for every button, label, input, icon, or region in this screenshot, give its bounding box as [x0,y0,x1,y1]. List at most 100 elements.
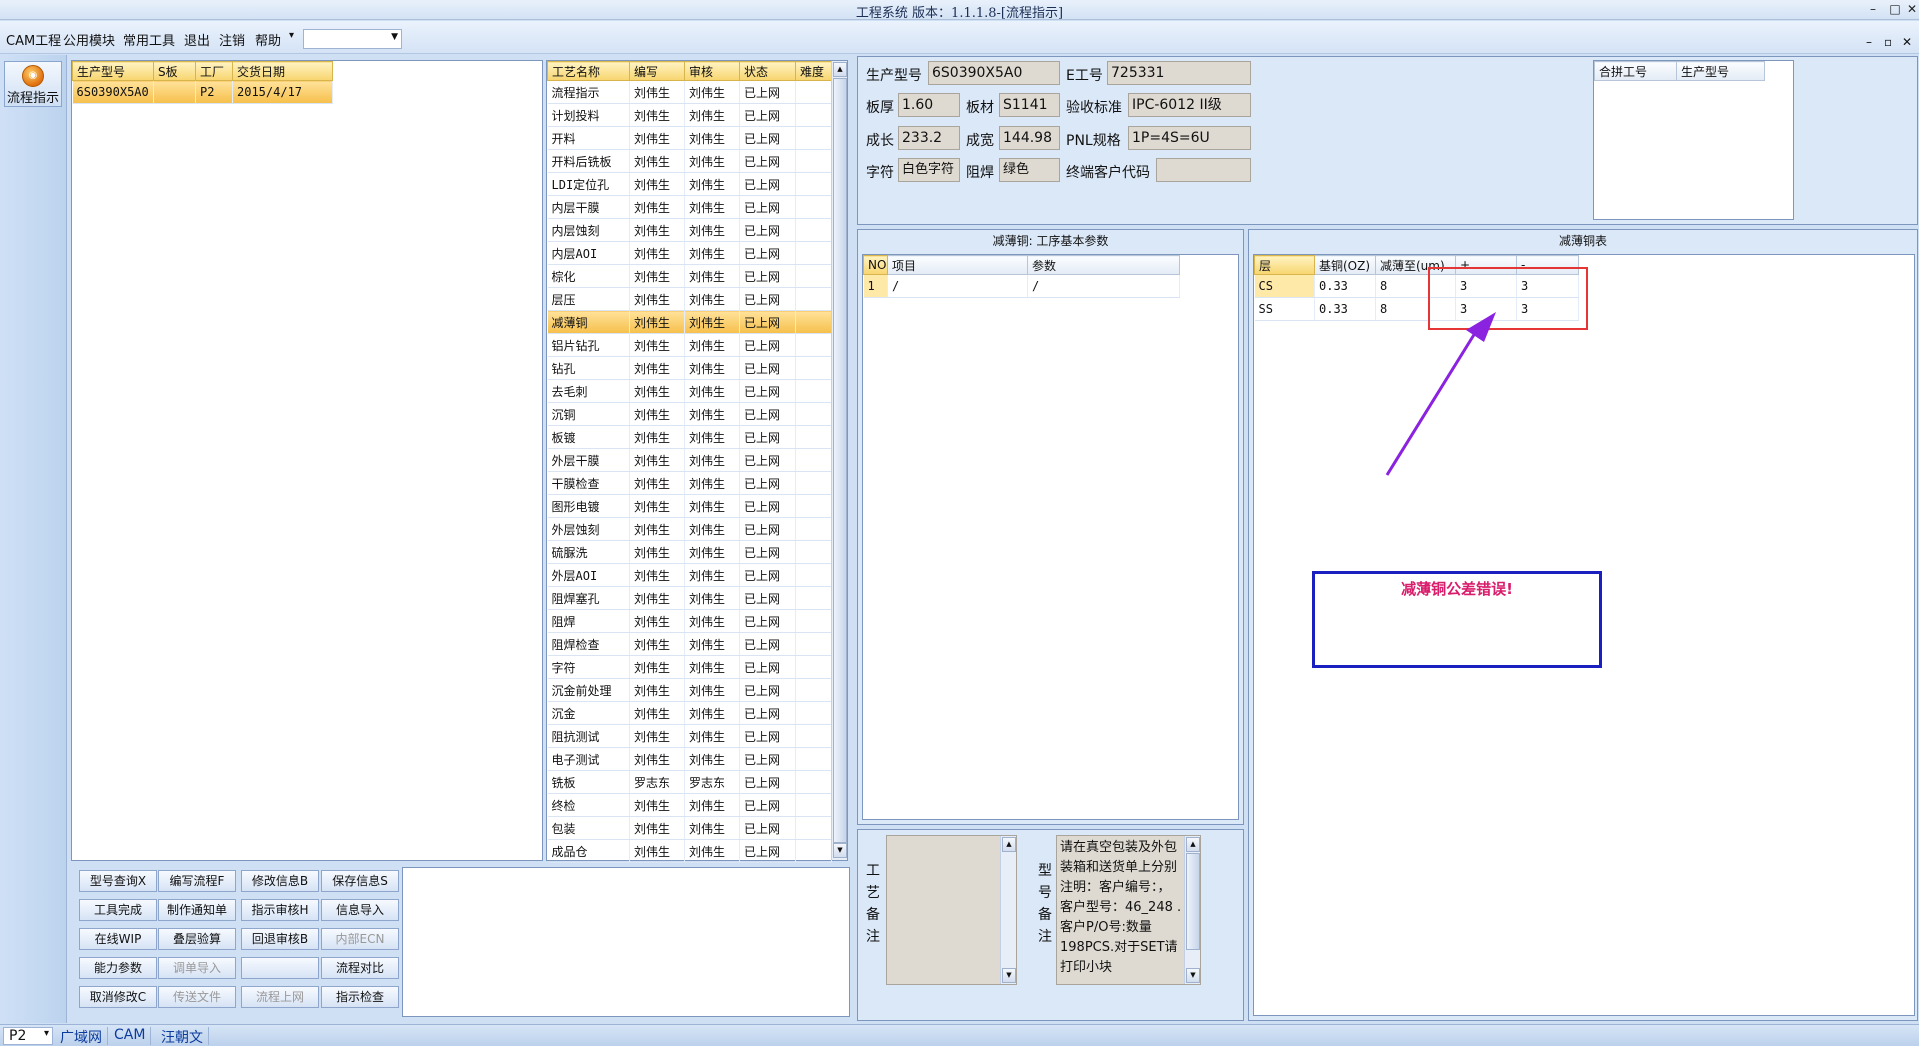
length-field[interactable]: 233.2 [898,126,960,150]
table-row[interactable]: 内层干膜 刘伟生 刘伟生 已上网 [547,195,832,219]
action-button[interactable] [241,957,319,979]
process-scrollbar[interactable]: ▲ ▼ [831,61,847,860]
process-remark-input[interactable]: ▲ ▼ [886,835,1017,985]
table-row[interactable]: 铝片钻孔 刘伟生 刘伟生 已上网 [547,333,832,357]
mdi-minimize-icon[interactable]: – [1866,35,1872,49]
menu-common-module[interactable]: 公用模块 [63,30,115,49]
table-row[interactable]: 去毛刺 刘伟生 刘伟生 已上网 [547,379,832,403]
thickness-field[interactable]: 1.60 [898,93,960,117]
table-row[interactable]: 内层蚀刻 刘伟生 刘伟生 已上网 [547,218,832,242]
table-row[interactable]: 内层AOI 刘伟生 刘伟生 已上网 [547,241,832,265]
col-model[interactable]: 生产型号 [72,61,154,81]
pnl-field[interactable]: 1P=4S=6U [1128,126,1251,150]
flow-indication-button[interactable]: ◉ 流程指示 [4,61,62,107]
standard-field[interactable]: IPC-6012 II级 [1128,93,1251,117]
table-row[interactable]: 阻焊 刘伟生 刘伟生 已上网 [547,609,832,633]
action-button[interactable]: 调单导入 [158,957,236,979]
action-button[interactable]: 回退审核B [241,928,319,950]
process-remark-scrollbar[interactable]: ▲ ▼ [1000,836,1016,984]
scroll-up-icon[interactable]: ▲ [1186,837,1200,852]
help-dropdown-icon[interactable]: ▾ [289,30,294,41]
table-row[interactable]: 包装 刘伟生 刘伟生 已上网 [547,816,832,840]
table-row[interactable]: 流程指示 刘伟生 刘伟生 已上网 [547,80,832,104]
action-button[interactable]: 信息导入 [321,899,399,921]
table-row[interactable]: 阻焊塞孔 刘伟生 刘伟生 已上网 [547,586,832,610]
action-button[interactable]: 工具完成 [79,899,157,921]
col-writer[interactable]: 编写 [629,61,685,81]
table-row[interactable]: 沉铜 刘伟生 刘伟生 已上网 [547,402,832,426]
menu-tools[interactable]: 常用工具 [123,30,175,49]
scroll-down-icon[interactable]: ▼ [1002,968,1016,983]
mdi-restore-icon[interactable]: ▫ [1884,35,1892,49]
action-button[interactable]: 流程上网 [241,986,319,1008]
table-row[interactable]: 阻焊检查 刘伟生 刘伟生 已上网 [547,632,832,656]
table-row[interactable]: 干膜检查 刘伟生 刘伟生 已上网 [547,471,832,495]
menu-logout[interactable]: 注销 [219,30,245,49]
model-remark-scrollbar[interactable]: ▲ ▼ [1184,836,1200,984]
action-button[interactable]: 流程对比 [321,957,399,979]
action-button[interactable]: 修改信息B [241,870,319,892]
material-field[interactable]: S1141 [999,93,1060,117]
table-row[interactable]: 沉金 刘伟生 刘伟生 已上网 [547,701,832,725]
model-remark-input[interactable]: 请在真空包装及外包装箱和送货单上分别注明：客户编号：，客户型号：46_248 .… [1056,835,1201,985]
log-area[interactable] [402,867,850,1017]
action-button[interactable]: 传送文件 [158,986,236,1008]
table-row[interactable]: 开料后铣板 刘伟生 刘伟生 已上网 [547,149,832,173]
action-button[interactable]: 编写流程F [158,870,236,892]
col-merge-model[interactable]: 生产型号 [1676,61,1765,81]
table-row[interactable]: 计划投料 刘伟生 刘伟生 已上网 [547,103,832,127]
char-field[interactable]: 白色字符 [898,158,960,182]
action-button[interactable]: 能力参数 [79,957,157,979]
table-row[interactable]: 成品仓 刘伟生 刘伟生 已上网 [547,839,832,863]
table-row[interactable]: 硫脲洗 刘伟生 刘伟生 已上网 [547,540,832,564]
action-button[interactable]: 指示审核H [241,899,319,921]
scroll-up-icon[interactable]: ▲ [833,62,847,77]
table-row[interactable]: 开料 刘伟生 刘伟生 已上网 [547,126,832,150]
table-row[interactable]: 外层蚀刻 刘伟生 刘伟生 已上网 [547,517,832,541]
width-field[interactable]: 144.98 [999,126,1060,150]
action-button[interactable]: 在线WIP [79,928,157,950]
col-reviewer[interactable]: 审核 [684,61,740,81]
customer-code-field[interactable] [1156,158,1251,182]
mdi-close-icon[interactable]: ✕ [1902,35,1912,49]
col-delivery-date[interactable]: 交货日期 [232,61,333,81]
menu-exit[interactable]: 退出 [184,30,210,49]
table-row[interactable]: 阻抗测试 刘伟生 刘伟生 已上网 [547,724,832,748]
action-button[interactable]: 保存信息S [321,870,399,892]
table-row[interactable]: 1 / / [863,274,1180,298]
col-base-copper[interactable]: 基铜(OZ) [1314,255,1376,275]
col-item[interactable]: 项目 [887,255,1028,275]
action-button[interactable]: 制作通知单 [158,899,236,921]
action-button[interactable]: 取消修改C [79,986,157,1008]
table-row[interactable]: 钻孔 刘伟生 刘伟生 已上网 [547,356,832,380]
table-row[interactable]: 板镀 刘伟生 刘伟生 已上网 [547,425,832,449]
scroll-up-icon[interactable]: ▲ [1002,837,1016,852]
col-process-name[interactable]: 工艺名称 [547,61,630,81]
table-row[interactable]: LDI定位孔 刘伟生 刘伟生 已上网 [547,172,832,196]
action-button[interactable]: 叠层验算 [158,928,236,950]
table-row[interactable]: 层压 刘伟生 刘伟生 已上网 [547,287,832,311]
table-row[interactable]: 图形电镀 刘伟生 刘伟生 已上网 [547,494,832,518]
col-merge-no[interactable]: 合拼工号 [1594,61,1677,81]
action-button[interactable]: 型号查询X [79,870,157,892]
scroll-down-icon[interactable]: ▼ [1186,968,1200,983]
menu-cam-project[interactable]: CAM工程 [6,30,61,49]
table-row[interactable]: 6S0390X5A0 P2 2015/4/17 [72,80,333,104]
table-row[interactable]: 铣板 罗志东 罗志东 已上网 [547,770,832,794]
table-row[interactable]: 棕化 刘伟生 刘伟生 已上网 [547,264,832,288]
menu-help[interactable]: 帮助 [255,30,281,49]
table-row[interactable]: 外层AOI 刘伟生 刘伟生 已上网 [547,563,832,587]
factory-combo[interactable]: P2 ▾ [3,1027,53,1045]
col-s-board[interactable]: S板 [153,61,196,81]
action-button[interactable]: 内部ECN [321,928,399,950]
table-row[interactable]: 沉金前处理 刘伟生 刘伟生 已上网 [547,678,832,702]
table-row[interactable]: 电子测试 刘伟生 刘伟生 已上网 [547,747,832,771]
col-param[interactable]: 参数 [1027,255,1180,275]
model-field[interactable]: 6S0390X5A0 [928,61,1060,85]
scroll-down-icon[interactable]: ▼ [833,843,847,858]
col-factory[interactable]: 工厂 [195,61,233,81]
col-layer[interactable]: 层 [1254,255,1315,275]
menu-combo[interactable]: ▼ [303,29,402,49]
col-difficulty[interactable]: 难度 [795,61,832,81]
scroll-thumb[interactable] [833,78,847,843]
